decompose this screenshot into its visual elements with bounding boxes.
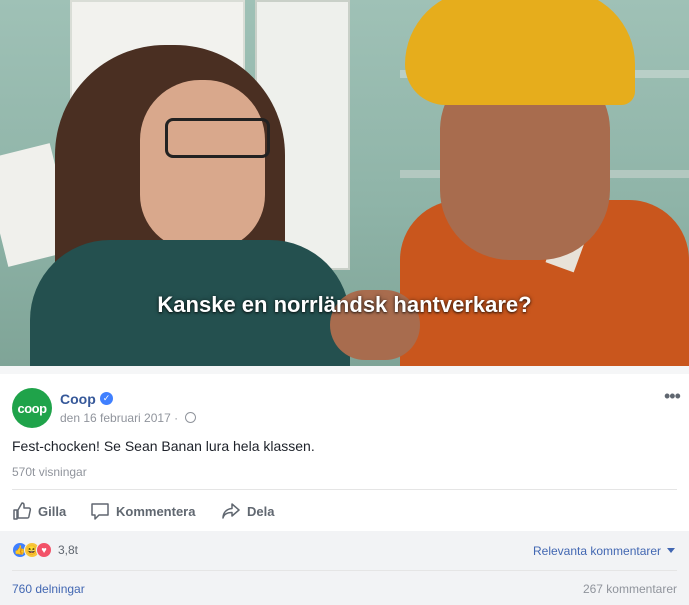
- share-button[interactable]: Dela: [221, 501, 274, 521]
- view-count: 570t visningar: [12, 465, 87, 479]
- comment-button[interactable]: Kommentera: [90, 501, 195, 521]
- video-player[interactable]: Kanske en norrländsk hantverkare?: [0, 0, 689, 366]
- comment-label: Kommentera: [116, 503, 196, 519]
- comments-count-link[interactable]: 267 kommentarer: [583, 582, 677, 596]
- like-label: Gilla: [38, 503, 67, 519]
- like-button[interactable]: Gilla: [12, 501, 66, 521]
- divider-top: [12, 489, 677, 490]
- chevron-down-icon[interactable]: [667, 548, 675, 553]
- comment-icon: [91, 503, 109, 520]
- reaction-count: 3,8t: [58, 543, 79, 557]
- share-label: Dela: [247, 503, 275, 519]
- yellow-cap: [405, 0, 635, 105]
- post-date-link[interactable]: den 16 februari 2017 ·: [60, 411, 178, 425]
- verified-check-icon: ✓: [100, 392, 113, 405]
- thumbs-up-icon: [13, 502, 32, 520]
- reaction-summary[interactable]: 👍 😆 ♥ 3,8t: [12, 542, 78, 558]
- page-avatar[interactable]: coop: [12, 388, 52, 428]
- post-text: Fest-chocken! Se Sean Banan lura hela kl…: [12, 438, 315, 454]
- glasses: [165, 118, 270, 158]
- love-reaction-icon: ♥: [36, 542, 52, 558]
- page-name-link[interactable]: Coop: [60, 391, 96, 407]
- shares-link[interactable]: 760 delningar: [12, 582, 85, 596]
- woman-face: [140, 80, 265, 250]
- ellipsis-icon[interactable]: •••: [664, 386, 681, 407]
- share-icon: [222, 503, 240, 519]
- video-subtitle: Kanske en norrländsk hantverkare?: [157, 292, 532, 317]
- globe-icon: [185, 412, 196, 423]
- relevant-comments-dropdown[interactable]: Relevanta kommentarer: [533, 544, 661, 558]
- divider-footer: [12, 570, 677, 571]
